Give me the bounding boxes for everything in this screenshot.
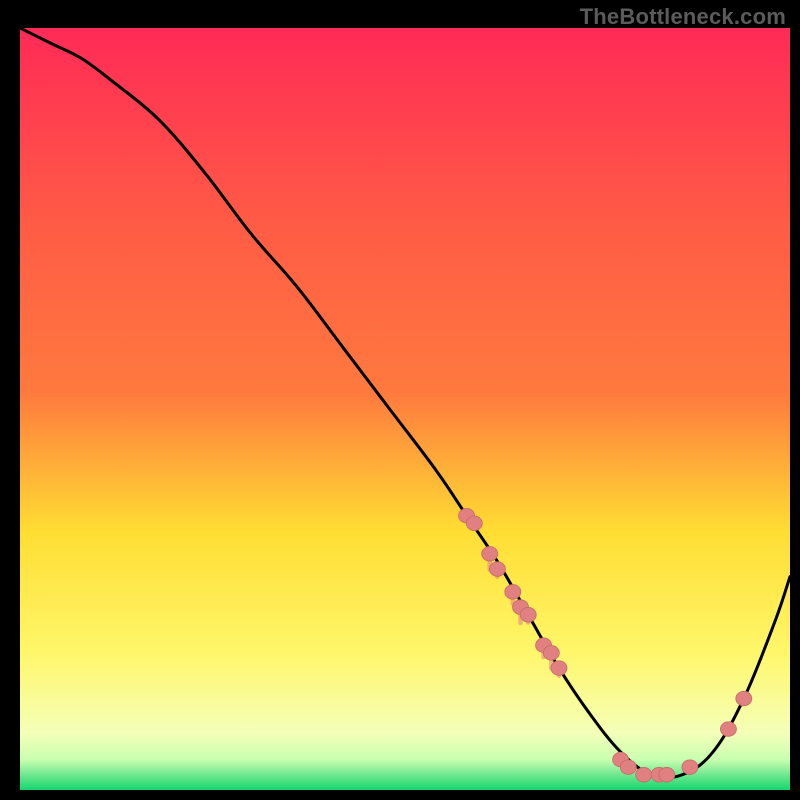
data-marker [551,661,567,676]
data-marker [489,562,505,577]
data-marker [659,767,675,782]
plot-area [20,28,790,790]
data-marker [543,646,559,661]
data-marker [736,691,752,706]
data-marker [620,760,636,775]
data-marker [520,607,536,622]
data-marker [505,585,521,600]
data-marker [466,516,482,531]
bottleneck-chart [20,28,790,790]
watermark-text: TheBottleneck.com [580,4,786,30]
chart-container: TheBottleneck.com [0,0,800,800]
data-marker [720,722,736,737]
data-marker [482,546,498,561]
data-marker [682,760,698,775]
data-marker [636,767,652,782]
